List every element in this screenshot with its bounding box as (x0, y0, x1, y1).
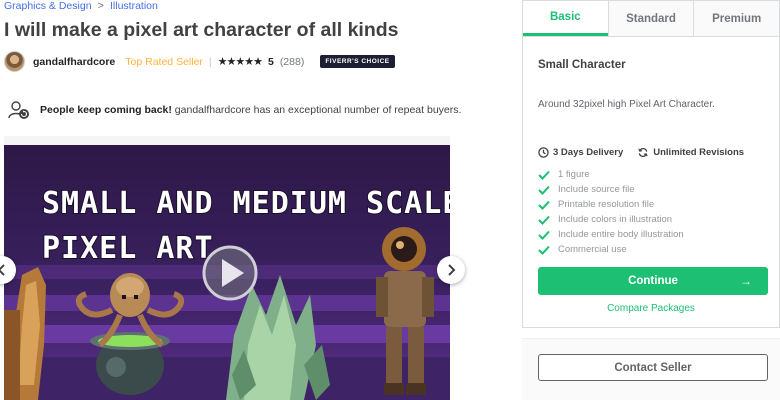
package-meta: 3 Days Delivery Unlimited Revisions (538, 147, 744, 158)
revisions-label: Unlimited Revisions (653, 147, 745, 158)
feature-label: Include colors in illustration (558, 214, 673, 225)
refresh-icon (638, 148, 648, 157)
feature-label: Include source file (558, 184, 635, 195)
check-icon (538, 245, 550, 255)
chevron-left-icon (0, 264, 5, 276)
repeat-buyers-lead: People keep coming back! (40, 104, 172, 116)
seller-avatar[interactable] (4, 51, 25, 72)
arrow-right-icon: → (740, 274, 752, 288)
pixel-art-illustration: SMALL AND MEDIUM SCALE PIXEL ART (4, 145, 450, 400)
review-count[interactable]: (288) (280, 56, 305, 68)
rating-score[interactable]: 5 (268, 56, 274, 68)
divider: | (208, 55, 212, 68)
continue-label: Continue (628, 275, 678, 287)
seller-name[interactable]: gandalfhardcore (33, 56, 115, 68)
gallery-main-image[interactable]: SMALL AND MEDIUM SCALE PIXEL ART (4, 145, 450, 400)
repeat-buyers-detail: gandalfhardcore has an exceptional numbe… (171, 104, 462, 116)
seller-level: Top Rated Seller (125, 55, 203, 68)
check-icon (538, 215, 550, 225)
list-item: 1 figure (538, 167, 684, 182)
feature-label: Include entire body illustration (558, 229, 684, 240)
package-card: Basic Standard Premium Small Character A… (522, 0, 780, 328)
list-item: Include source file (538, 182, 684, 197)
package-title: Small Character (538, 59, 626, 71)
tab-basic[interactable]: Basic (523, 1, 608, 36)
play-video-icon[interactable] (202, 245, 258, 301)
tab-standard[interactable]: Standard (607, 1, 694, 36)
repeat-buyer-icon (8, 101, 29, 119)
check-icon (538, 170, 550, 180)
fiverrs-choice-badge: FIVERR'S CHOICE (320, 55, 395, 68)
compare-packages-link[interactable]: Compare Packages (523, 303, 779, 314)
hero-line-2: PIXEL ART (42, 231, 214, 266)
gallery-next-button[interactable] (437, 256, 465, 284)
package-features: 1 figure Include source file Printable r… (538, 167, 684, 257)
gig-title: I will make a pixel art character of all… (4, 19, 399, 41)
package-description: Around 32pixel high Pixel Art Character. (538, 99, 715, 110)
contact-card: Contact Seller (522, 338, 780, 400)
feature-label: 1 figure (558, 169, 590, 180)
feature-label: Commercial use (558, 244, 627, 255)
check-icon (538, 230, 550, 240)
check-icon (538, 185, 550, 195)
breadcrumb-category[interactable]: Graphics & Design (4, 0, 92, 12)
delivery-label: 3 Days Delivery (553, 147, 624, 158)
feature-label: Printable resolution file (558, 199, 655, 210)
list-item: Commercial use (538, 242, 684, 257)
package-tabs: Basic Standard Premium (523, 1, 780, 37)
clock-icon (538, 147, 549, 158)
chevron-right-icon: > (97, 0, 104, 12)
revisions: Unlimited Revisions (637, 147, 744, 158)
delivery-time: 3 Days Delivery (538, 147, 623, 158)
list-item: Printable resolution file (538, 197, 684, 212)
continue-button[interactable]: Continue → (538, 267, 768, 295)
list-item: Include entire body illustration (538, 227, 684, 242)
repeat-buyers-highlight: People keep coming back! gandalfhardcore… (8, 100, 461, 120)
check-icon (538, 200, 550, 210)
breadcrumb-subcategory[interactable]: Illustration (110, 0, 158, 12)
contact-seller-button[interactable]: Contact Seller (538, 354, 768, 381)
tab-premium[interactable]: Premium (693, 1, 780, 36)
breadcrumb: Graphics & Design > Illustration (4, 0, 158, 12)
seller-overview: gandalfhardcore Top Rated Seller | ★★★★★… (4, 51, 395, 72)
rating-stars-icon[interactable]: ★★★★★ (218, 55, 263, 68)
repeat-buyers-text: People keep coming back! gandalfhardcore… (40, 104, 461, 116)
chevron-right-icon (448, 264, 456, 276)
list-item: Include colors in illustration (538, 212, 684, 227)
hero-line-1: SMALL AND MEDIUM SCALE (42, 186, 450, 221)
gig-page: Graphics & Design > Illustration I will … (0, 0, 780, 400)
